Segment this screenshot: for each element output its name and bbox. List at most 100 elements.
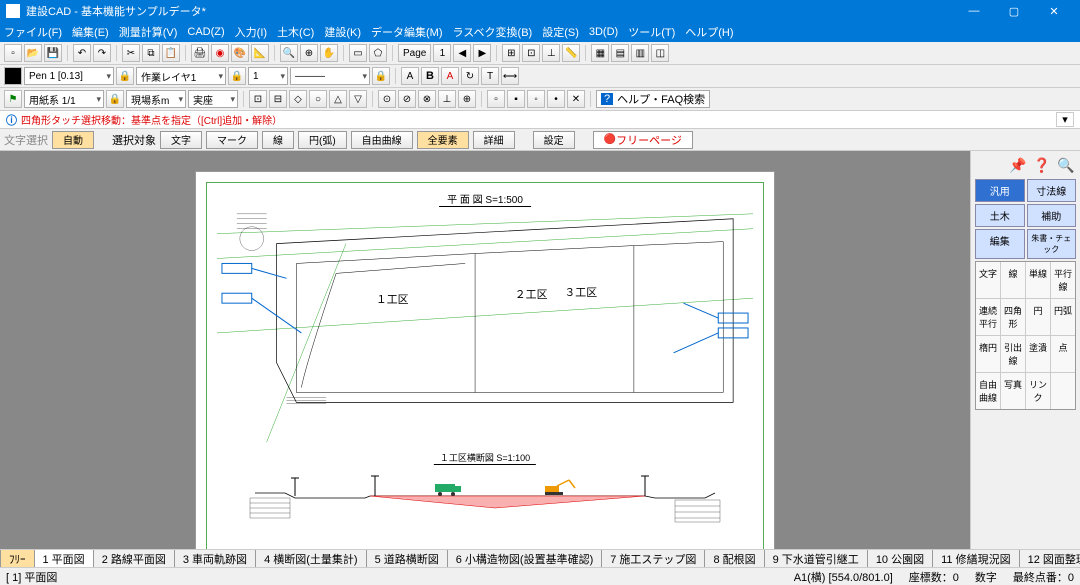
dim-icon[interactable]: ⟷ [501, 67, 519, 85]
tool-f-icon[interactable]: ▽ [349, 90, 367, 108]
page-number[interactable]: 1 [433, 44, 451, 62]
copy-icon[interactable]: ⧉ [142, 44, 160, 62]
menu-edit[interactable]: 編集(E) [72, 24, 109, 40]
pan-icon[interactable]: ✋ [320, 44, 338, 62]
tab-free[interactable]: ﾌﾘｰ [0, 549, 35, 567]
panel-tab-redline[interactable]: 朱書・チェック [1027, 229, 1077, 259]
snap-mid-icon[interactable]: ⊘ [398, 90, 416, 108]
open-icon[interactable]: 📂 [24, 44, 42, 62]
search-panel-icon[interactable]: 🔍 [1056, 155, 1076, 175]
select-all[interactable]: 全要素 [417, 131, 469, 149]
select-curve[interactable]: 自由曲線 [351, 131, 413, 149]
tool-link[interactable]: リンク [1026, 373, 1050, 409]
tool-line[interactable]: 線 [1001, 262, 1025, 298]
select-rect-icon[interactable]: ▭ [349, 44, 367, 62]
style-icon[interactable]: T [481, 67, 499, 85]
tool-e-icon[interactable]: △ [329, 90, 347, 108]
color-icon[interactable]: 🎨 [231, 44, 249, 62]
select-detail[interactable]: 詳細 [473, 131, 515, 149]
select-mark[interactable]: マーク [206, 131, 258, 149]
tool-c-icon[interactable]: ◇ [289, 90, 307, 108]
tab-sheet-10[interactable]: 10 公園図 [867, 549, 933, 567]
select-line[interactable]: 線 [262, 131, 294, 149]
panel-tab-edit[interactable]: 編集 [975, 229, 1025, 259]
tool-a-icon[interactable]: ⊡ [249, 90, 267, 108]
select-arc[interactable]: 円(弧) [298, 131, 347, 149]
snap-perp-icon[interactable]: ⊥ [438, 90, 456, 108]
view1-icon[interactable]: ▦ [591, 44, 609, 62]
osnap3-icon[interactable]: ◦ [527, 90, 545, 108]
tool-single-line[interactable]: 単線 [1026, 262, 1050, 298]
select-text[interactable]: 文字 [160, 131, 202, 149]
text-tool-icon[interactable]: A [401, 67, 419, 85]
freepage-button[interactable]: 🔴 フリーページ [593, 131, 693, 149]
panel-tab-aux[interactable]: 補助 [1027, 204, 1077, 227]
menu-data-edit[interactable]: データ編集(M) [371, 24, 443, 40]
pin-icon[interactable]: 📌 [1008, 155, 1028, 175]
annotate-icon[interactable]: A [441, 67, 459, 85]
tab-sheet-12[interactable]: 12 図面整理 [1019, 549, 1080, 567]
pen-combo[interactable]: Pen 1 [0.13] [24, 67, 114, 85]
tool-circle[interactable]: 円 [1026, 299, 1050, 335]
tab-sheet-5[interactable]: 5 道路横断図 [366, 549, 448, 567]
tool-arc[interactable]: 円弧 [1051, 299, 1075, 335]
measure-icon[interactable]: 📐 [251, 44, 269, 62]
lineweight-combo[interactable]: 1 [248, 67, 288, 85]
tool-point[interactable]: 点 [1051, 336, 1075, 372]
cut-icon[interactable]: ✂ [122, 44, 140, 62]
tab-sheet-9[interactable]: 9 下水道管引継工 [764, 549, 868, 567]
snap-icon[interactable]: ⊡ [522, 44, 540, 62]
menu-construction[interactable]: 建設(K) [324, 24, 361, 40]
drawing-paper[interactable]: 平 面 図 S=1:500 [195, 171, 775, 549]
menu-3d[interactable]: 3D(D) [589, 26, 618, 38]
tool-ellipse[interactable]: 楕円 [976, 336, 1000, 372]
snap-mode-combo[interactable]: 実座 [188, 90, 238, 108]
coord-system-combo[interactable]: 現場系m [126, 90, 186, 108]
tab-sheet-7[interactable]: 7 施工ステップ図 [601, 549, 705, 567]
paper-system-combo[interactable]: 用紙系 1/1 [24, 90, 104, 108]
view2-icon[interactable]: ▤ [611, 44, 629, 62]
maximize-button[interactable]: ▢ [994, 0, 1034, 22]
menu-tools[interactable]: ツール(T) [628, 24, 675, 40]
view4-icon[interactable]: ◫ [651, 44, 669, 62]
pen-color-icon[interactable] [4, 67, 22, 85]
minimize-button[interactable]: — [954, 0, 994, 22]
tab-sheet-3[interactable]: 3 車両軌跡図 [174, 549, 256, 567]
panel-tab-general[interactable]: 汎用 [975, 179, 1025, 202]
menu-input[interactable]: 入力(I) [235, 24, 267, 40]
line-lock-icon[interactable]: 🔒 [372, 67, 390, 85]
paper-lock-icon[interactable]: 🔒 [106, 90, 124, 108]
menu-help[interactable]: ヘルプ(H) [685, 24, 733, 40]
refresh-icon[interactable]: ↻ [461, 67, 479, 85]
select-settings[interactable]: 設定 [533, 131, 575, 149]
menu-rasvec[interactable]: ラスベク変換(B) [453, 24, 533, 40]
print-icon[interactable]: 🖨 [191, 44, 209, 62]
menu-survey[interactable]: 測量計算(V) [119, 24, 178, 40]
menu-file[interactable]: ファイル(F) [4, 24, 62, 40]
layer-combo[interactable]: 作業レイヤ1 [136, 67, 226, 85]
snap-int-icon[interactable]: ⊗ [418, 90, 436, 108]
osnap1-icon[interactable]: ▫ [487, 90, 505, 108]
tool-spline[interactable]: 自由曲線 [976, 373, 1000, 409]
select-poly-icon[interactable]: ⬠ [369, 44, 387, 62]
bold-icon[interactable]: B [421, 67, 439, 85]
tool-rect[interactable]: 四角形 [1001, 299, 1025, 335]
lock-icon[interactable]: 🔒 [116, 67, 134, 85]
menu-civil[interactable]: 土木(C) [277, 24, 314, 40]
ruler-icon[interactable]: 📏 [562, 44, 580, 62]
tab-sheet-2[interactable]: 2 路線平面図 [93, 549, 175, 567]
tab-sheet-11[interactable]: 11 修繕現況図 [932, 549, 1019, 567]
osnap5-icon[interactable]: ✕ [567, 90, 585, 108]
tab-sheet-8[interactable]: 8 配根図 [704, 549, 764, 567]
paste-icon[interactable]: 📋 [162, 44, 180, 62]
help-search-box[interactable]: ? ヘルプ・FAQ検索 [596, 90, 710, 108]
tab-sheet-6[interactable]: 6 小構造物図(設置基準確認) [447, 549, 603, 567]
page-prev-icon[interactable]: ◀ [453, 44, 471, 62]
menu-settings[interactable]: 設定(S) [542, 24, 579, 40]
new-icon[interactable]: ▫ [4, 44, 22, 62]
help-panel-icon[interactable]: ❓ [1032, 155, 1052, 175]
close-button[interactable]: ✕ [1034, 0, 1074, 22]
tool-photo[interactable]: 写真 [1001, 373, 1025, 409]
tab-sheet-4[interactable]: 4 横断図(土量集計) [255, 549, 367, 567]
canvas-area[interactable]: 平 面 図 S=1:500 [0, 151, 970, 549]
